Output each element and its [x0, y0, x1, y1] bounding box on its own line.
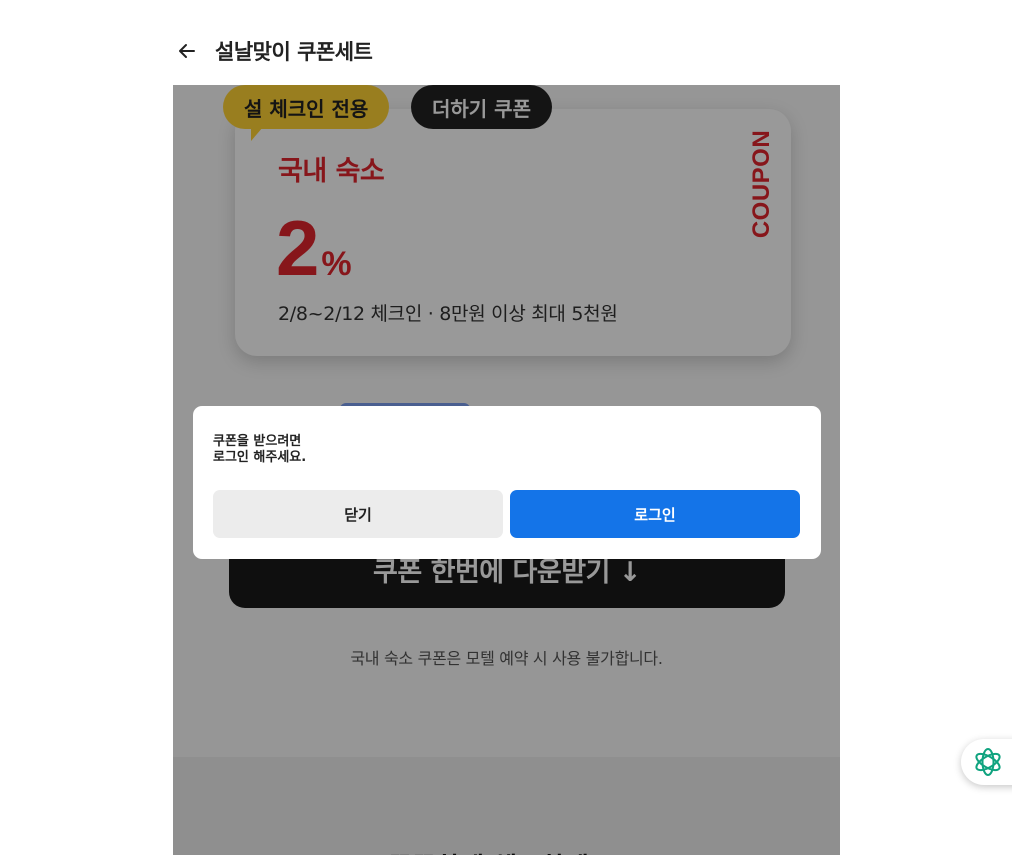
close-button[interactable]: 닫기	[213, 490, 503, 538]
page-title: 설날맞이 쿠폰세트	[215, 40, 373, 64]
page-header: 설날맞이 쿠폰세트	[173, 30, 373, 72]
back-button[interactable]	[173, 37, 201, 65]
login-required-dialog: 쿠폰을 받으려면 로그인 해주세요. 닫기 로그인	[193, 406, 821, 559]
arrow-left-icon	[179, 44, 195, 58]
ai-assistant-button[interactable]	[961, 739, 1012, 785]
dialog-message: 쿠폰을 받으려면 로그인 해주세요.	[213, 434, 307, 465]
ai-assistant-icon	[975, 748, 1001, 776]
login-button[interactable]: 로그인	[510, 490, 800, 538]
